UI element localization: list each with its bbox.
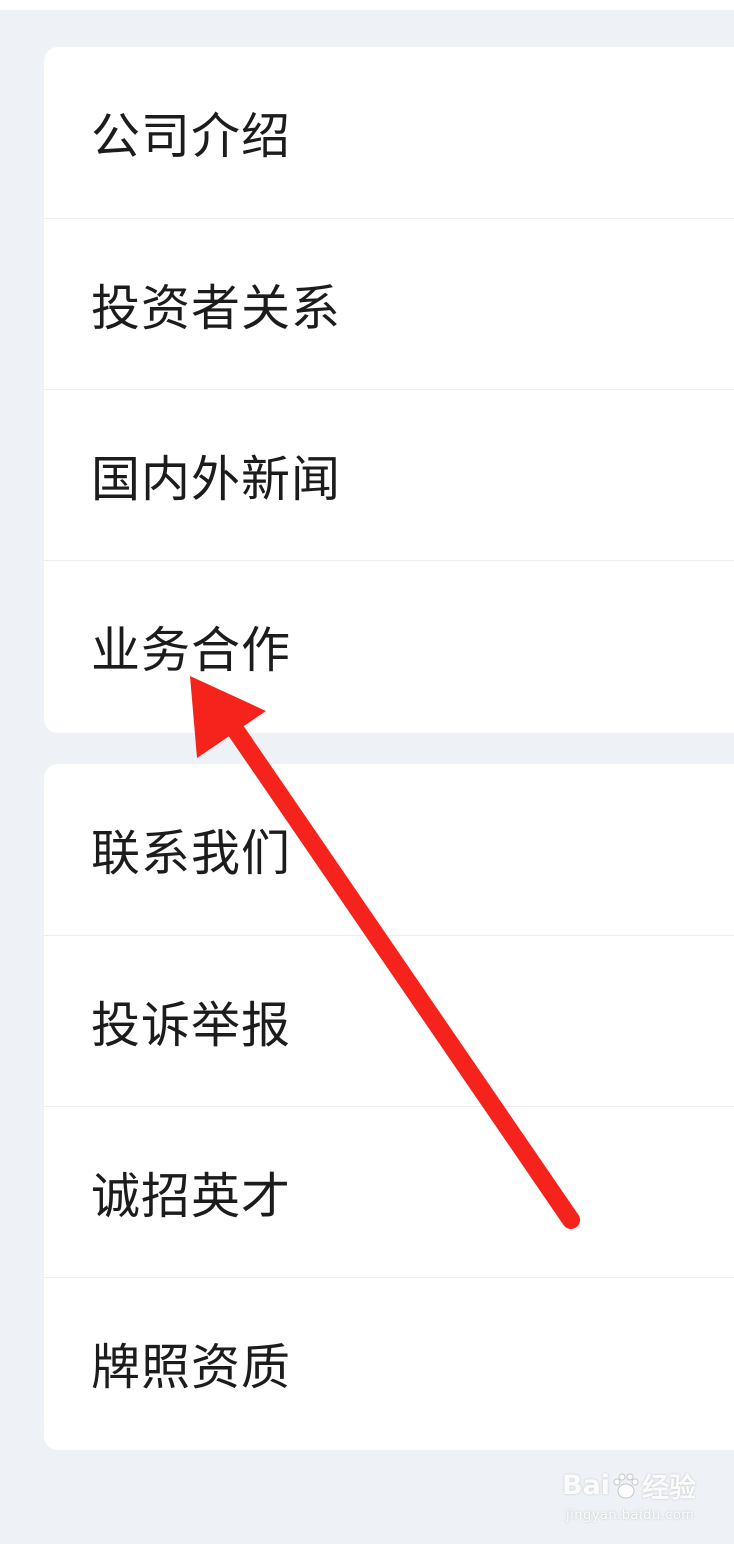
menu-item-label: 业务合作 <box>91 621 292 679</box>
menu-item-label: 国内外新闻 <box>91 450 342 508</box>
menu-item-label: 投资者关系 <box>91 279 342 337</box>
menu-item-news[interactable]: 国内外新闻 <box>44 389 734 560</box>
watermark-logo: Bai 经验 <box>562 1466 696 1505</box>
menu-item-label: 诚招英才 <box>91 1167 292 1225</box>
menu-item-label: 公司介绍 <box>91 108 292 165</box>
menu-item-licenses[interactable]: 牌照资质 <box>44 1277 734 1448</box>
menu-item-investor-relations[interactable]: 投资者关系 <box>44 218 734 389</box>
menu-item-business-cooperation[interactable]: 业务合作 <box>44 560 734 731</box>
paw-icon <box>613 1473 639 1498</box>
menu-group-2: 联系我们 投诉举报 诚招英才 牌照资质 <box>44 764 734 1450</box>
menu-item-careers[interactable]: 诚招英才 <box>44 1106 734 1277</box>
menu-item-label: 投诉举报 <box>91 996 292 1054</box>
menu-item-label: 联系我们 <box>91 825 292 882</box>
menu-item-label: 牌照资质 <box>91 1338 292 1396</box>
menu-item-contact-us[interactable]: 联系我们 <box>44 764 734 935</box>
menu-item-company-intro[interactable]: 公司介绍 <box>44 47 734 218</box>
watermark-logo-left: Bai <box>562 1470 611 1501</box>
watermark-url: jingyan.baidu.com <box>566 1508 695 1523</box>
menu-group-1: 公司介绍 投资者关系 国内外新闻 业务合作 <box>44 47 734 733</box>
top-strip <box>0 0 734 10</box>
watermark-logo-right: 经验 <box>642 1473 697 1504</box>
menu-item-complaints[interactable]: 投诉举报 <box>44 935 734 1106</box>
baidu-jingyan-watermark: Bai 经验 jingyan.baidu.com <box>562 1466 702 1532</box>
